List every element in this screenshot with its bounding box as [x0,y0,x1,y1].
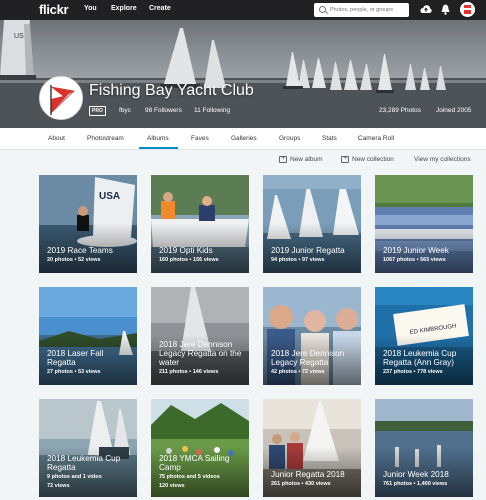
album-title: 2018 Leukemia Cup Regatta [47,454,121,472]
album-card[interactable]: Junior Week 2018 761 photos • 1,400 view… [375,399,473,497]
album-title: 2018 Laser Fall Regatta [47,349,104,367]
album-card[interactable]: 2018 Leukemia Cup Regatta 9 photos and 1… [39,399,137,497]
followers-link[interactable]: 98 Followers [145,107,182,114]
joined-date: Joined 2005 [436,107,472,114]
add-album-icon [279,155,287,163]
album-stats: 42 photos • 72 views [271,369,325,375]
search-icon [319,6,326,13]
album-title: 2019 Junior Week [383,246,449,255]
upload-cloud-icon[interactable] [420,4,432,14]
new-collection-button[interactable]: New collection [341,155,394,163]
search-input[interactable] [330,7,405,13]
profile-username: fbyc [119,107,131,114]
tab-groups[interactable]: Groups [279,135,300,142]
tab-camera-roll[interactable]: Camera Roll [358,135,394,142]
album-card[interactable]: 2019 Junior Regatta 94 photos • 97 views [263,175,361,273]
top-nav-bar: flickr You Explore Create [0,0,486,20]
album-title: Junior Regatta 2018 [271,470,345,479]
album-card[interactable]: 2018 Jere Dennison Legacy Regatta on the… [151,287,249,385]
cover-photo: US Fishing Bay Yacht Club PRO fbyc 98 Fo… [0,20,486,128]
album-stats-views: 120 views [159,483,185,489]
tab-albums[interactable]: Albums [147,135,169,142]
view-collections-link[interactable]: View my collections [414,156,471,163]
nav-explore[interactable]: Explore [111,5,137,12]
pro-badge: PRO [89,106,106,116]
nav-you[interactable]: You [84,5,97,12]
svg-text:US: US [14,33,24,40]
album-stats: 1067 photos • 565 views [383,257,446,263]
tab-photostream[interactable]: Photostream [87,135,124,142]
album-stats: 237 photos • 778 views [383,369,443,375]
flickr-logo[interactable]: flickr [39,2,69,17]
album-card[interactable]: 2019 Opti Kids 160 photos • 156 views [151,175,249,273]
tab-faves[interactable]: Faves [191,135,209,142]
search-box[interactable] [314,3,409,17]
new-album-button[interactable]: New album [279,155,323,163]
following-link[interactable]: 11 Following [194,107,230,114]
svg-text:USA: USA [99,191,120,202]
album-card[interactable]: 2019 Junior Week 1067 photos • 565 views [375,175,473,273]
album-card[interactable]: Junior Regatta 2018 261 photos • 430 vie… [263,399,361,497]
album-title: 2018 YMCA Sailing Camp [159,454,230,472]
profile-name: Fishing Bay Yacht Club [89,82,254,99]
album-card[interactable]: 2018 YMCA Sailing Camp 75 photos and 5 v… [151,399,249,497]
new-collection-label: New collection [352,156,394,163]
nav-create[interactable]: Create [149,5,171,12]
tab-galleries[interactable]: Galleries [231,135,257,142]
album-card[interactable]: ED KIMBROUGH 2018 Leukemia Cup Regatta (… [375,287,473,385]
tab-about[interactable]: About [48,135,65,142]
club-avatar[interactable] [39,76,83,120]
user-avatar[interactable] [460,2,475,17]
album-title: 2018 Leukemia Cup Regatta (Ann Gray) [383,349,457,367]
tab-stats[interactable]: Stats [322,135,337,142]
photo-count: 23,289 Photos [379,107,421,114]
album-stats: 94 photos • 97 views [271,257,325,263]
profile-tabs: About Photostream Albums Faves Galleries… [0,128,486,150]
burgee-flag-icon [40,77,82,119]
album-stats: 761 photos • 1,400 views [383,481,448,487]
album-card[interactable]: 2018 Jere Dennison Legacy Regatta 42 pho… [263,287,361,385]
album-stats: 160 photos • 156 views [159,257,219,263]
album-stats: 27 photos • 53 views [47,369,101,375]
album-card[interactable]: 2018 Laser Fall Regatta 27 photos • 53 v… [39,287,137,385]
notifications-bell-icon[interactable] [441,4,450,15]
album-stats-views: 72 views [47,483,70,489]
album-stats: 211 photos • 146 views [159,369,219,375]
active-tab-indicator [139,147,178,149]
album-title: 2018 Jere Dennison Legacy Regatta on the… [159,340,242,367]
album-stats: 20 photos • 52 views [47,257,101,263]
album-title: Junior Week 2018 [383,470,449,479]
album-card[interactable]: USA 2019 Race Teams 20 photos • 52 views [39,175,137,273]
album-title: 2019 Junior Regatta [271,246,345,255]
album-stats: 9 photos and 1 video [47,474,102,480]
album-title: 2018 Jere Dennison Legacy Regatta [271,349,345,367]
album-stats: 75 photos and 5 videos [159,474,220,480]
album-stats: 261 photos • 430 views [271,481,331,487]
new-album-label: New album [290,156,323,163]
album-title: 2019 Race Teams [47,246,113,255]
add-collection-icon [341,155,349,163]
album-title: 2019 Opti Kids [159,246,213,255]
